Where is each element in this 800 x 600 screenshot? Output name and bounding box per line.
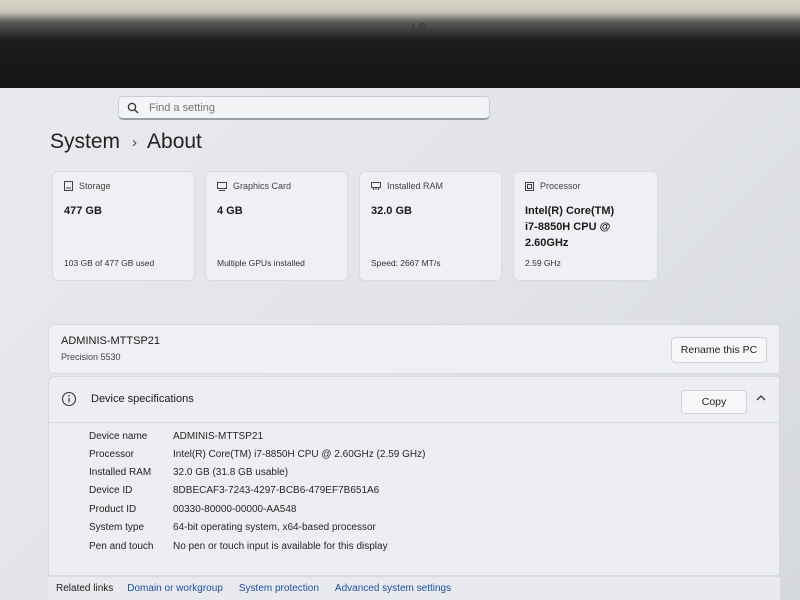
monitor-brand-label: LG — [412, 22, 428, 33]
spec-row-device-name: Device name ADMINIS-MTTSP21 — [89, 431, 263, 442]
installed-ram-card[interactable]: Installed RAM 32.0 GB Speed: 2667 MT/s — [359, 171, 502, 281]
spec-value: 8DBECAF3-7243-4297-BCB6-479EF7B651A6 — [173, 485, 380, 496]
rename-pc-button[interactable]: Rename this PC — [671, 337, 767, 363]
spec-value: ADMINIS-MTTSP21 — [173, 431, 264, 442]
spec-row-product-id: Product ID 00330-80000-00000-AA548 — [89, 504, 296, 515]
info-icon — [61, 391, 77, 407]
search-input[interactable] — [149, 101, 469, 114]
spec-key: Product ID — [89, 504, 137, 515]
processor-value-line: 2.60GHz — [525, 237, 569, 249]
storage-title: Storage — [79, 181, 111, 191]
spec-row-device-id: Device ID 8DBECAF3-7243-4297-BCB6-479EF7… — [89, 485, 379, 496]
storage-usage: 103 GB of 477 GB used — [64, 258, 155, 268]
processor-value-line: i7-8850H CPU @ — [525, 221, 611, 233]
spec-value: 00330-80000-00000-AA548 — [173, 504, 297, 515]
related-links-bar: Related links Domain or workgroup System… — [48, 576, 780, 600]
pc-model: Precision 5530 — [61, 352, 121, 362]
spec-key: Pen and touch — [89, 541, 154, 552]
graphics-card-value: 4 GB — [217, 205, 243, 217]
spec-key: System type — [89, 522, 145, 533]
processor-speed: 2.59 GHz — [525, 258, 561, 268]
processor-value-line: Intel(R) Core(TM) — [525, 205, 615, 217]
installed-ram-title: Installed RAM — [387, 181, 444, 191]
spec-row-system-type: System type 64-bit operating system, x64… — [89, 522, 376, 533]
processor-card[interactable]: Processor Intel(R) Core(TM) i7-8850H CPU… — [513, 171, 658, 281]
storage-icon — [64, 181, 73, 191]
spec-value: 64-bit operating system, x64-based proce… — [173, 522, 376, 533]
processor-value: Intel(R) Core(TM) i7-8850H CPU @ 2.60GHz — [525, 203, 646, 251]
spec-value: 32.0 GB (31.8 GB usable) — [173, 467, 289, 478]
graphics-card-title: Graphics Card — [233, 181, 292, 191]
storage-value: 477 GB — [64, 205, 102, 217]
device-specifications-title: Device specifications — [91, 393, 194, 405]
search-icon — [127, 101, 141, 115]
spec-row-pen-and-touch: Pen and touch No pen or touch input is a… — [89, 541, 388, 552]
related-links-label: Related links — [56, 583, 114, 594]
spec-key: Installed RAM — [89, 467, 152, 478]
chevron-up-icon[interactable] — [755, 393, 767, 403]
system-protection-link[interactable]: System protection — [239, 583, 319, 594]
ram-icon — [371, 182, 381, 190]
graphics-card-card[interactable]: Graphics Card 4 GB Multiple GPUs install… — [205, 171, 348, 281]
device-specifications-header[interactable]: Device specifications Copy — [49, 377, 779, 423]
spec-value: No pen or touch input is available for t… — [173, 541, 388, 552]
breadcrumb-separator: › — [132, 133, 138, 151]
device-specifications-panel: Device specifications Copy Device name A… — [48, 376, 780, 576]
pc-name-panel: ADMINIS-MTTSP21 Precision 5530 Rename th… — [48, 324, 780, 374]
spec-key: Processor — [89, 449, 135, 460]
search-box[interactable] — [118, 96, 490, 120]
installed-ram-value: 32.0 GB — [371, 205, 412, 217]
monitor-bezel: LG — [0, 0, 800, 90]
spec-key: Device name — [89, 431, 148, 442]
processor-icon — [525, 181, 534, 191]
settings-window: System › About Storage 477 GB 103 GB of … — [0, 88, 800, 600]
breadcrumb: System › About — [50, 130, 202, 154]
graphics-card-gpus: Multiple GPUs installed — [217, 258, 305, 268]
page-title: About — [147, 130, 202, 153]
breadcrumb-system[interactable]: System — [50, 130, 120, 154]
spec-value: Intel(R) Core(TM) i7-8850H CPU @ 2.60GHz… — [173, 449, 426, 460]
spec-row-processor: Processor Intel(R) Core(TM) i7-8850H CPU… — [89, 449, 425, 460]
advanced-system-settings-link[interactable]: Advanced system settings — [335, 583, 451, 594]
graphics-card-icon — [217, 181, 227, 191]
copy-button[interactable]: Copy — [681, 390, 747, 414]
processor-title: Processor — [540, 181, 581, 191]
spec-key: Device ID — [89, 485, 133, 496]
domain-or-workgroup-link[interactable]: Domain or workgroup — [127, 583, 223, 594]
spec-row-installed-ram: Installed RAM 32.0 GB (31.8 GB usable) — [89, 467, 288, 478]
installed-ram-speed: Speed: 2667 MT/s — [371, 258, 441, 268]
storage-card[interactable]: Storage 477 GB 103 GB of 477 GB used — [52, 171, 195, 281]
pc-name: ADMINIS-MTTSP21 — [61, 335, 161, 347]
